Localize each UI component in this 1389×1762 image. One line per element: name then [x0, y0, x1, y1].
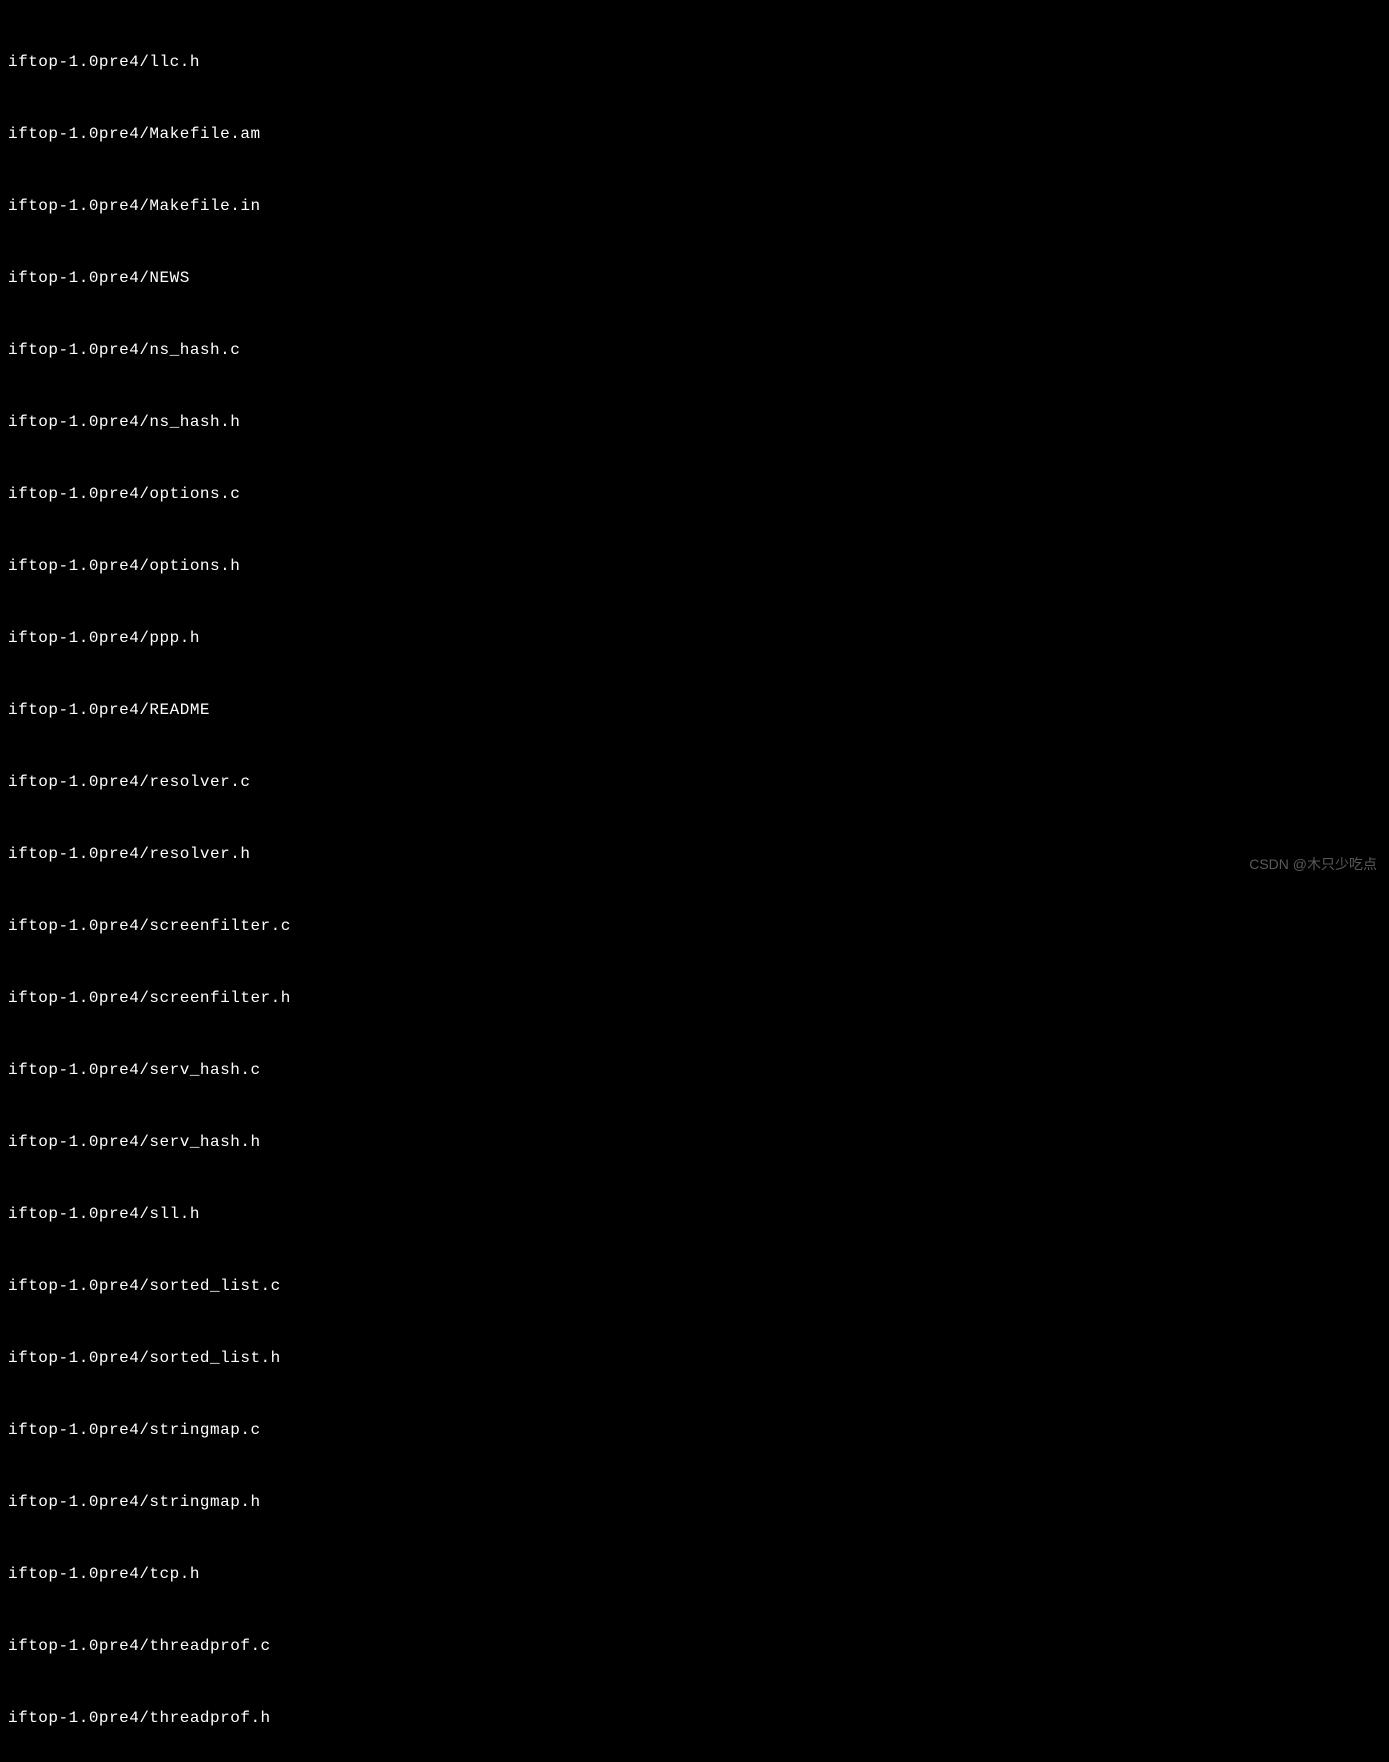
terminal-line: iftop-1.0pre4/stringmap.c [8, 1418, 1381, 1442]
terminal-line: iftop-1.0pre4/sorted_list.h [8, 1346, 1381, 1370]
terminal-output[interactable]: iftop-1.0pre4/llc.h iftop-1.0pre4/Makefi… [8, 2, 1381, 1762]
terminal-line: iftop-1.0pre4/ppp.h [8, 626, 1381, 650]
terminal-line: iftop-1.0pre4/ns_hash.h [8, 410, 1381, 434]
terminal-line: iftop-1.0pre4/options.h [8, 554, 1381, 578]
terminal-line: iftop-1.0pre4/llc.h [8, 50, 1381, 74]
terminal-line: iftop-1.0pre4/tcp.h [8, 1562, 1381, 1586]
terminal-line: iftop-1.0pre4/Makefile.in [8, 194, 1381, 218]
terminal-line: iftop-1.0pre4/serv_hash.h [8, 1130, 1381, 1154]
terminal-line: iftop-1.0pre4/screenfilter.c [8, 914, 1381, 938]
terminal-line: iftop-1.0pre4/README [8, 698, 1381, 722]
terminal-line: iftop-1.0pre4/Makefile.am [8, 122, 1381, 146]
terminal-line: iftop-1.0pre4/threadprof.c [8, 1634, 1381, 1658]
watermark-text: CSDN @木只少吃点 [1249, 854, 1377, 875]
terminal-line: iftop-1.0pre4/sll.h [8, 1202, 1381, 1226]
terminal-line: iftop-1.0pre4/resolver.h [8, 842, 1381, 866]
terminal-line: iftop-1.0pre4/threadprof.h [8, 1706, 1381, 1730]
terminal-line: iftop-1.0pre4/resolver.c [8, 770, 1381, 794]
terminal-line: iftop-1.0pre4/options.c [8, 482, 1381, 506]
terminal-line: iftop-1.0pre4/sorted_list.c [8, 1274, 1381, 1298]
terminal-line: iftop-1.0pre4/NEWS [8, 266, 1381, 290]
terminal-line: iftop-1.0pre4/screenfilter.h [8, 986, 1381, 1010]
terminal-line: iftop-1.0pre4/serv_hash.c [8, 1058, 1381, 1082]
terminal-line: iftop-1.0pre4/stringmap.h [8, 1490, 1381, 1514]
terminal-line: iftop-1.0pre4/ns_hash.c [8, 338, 1381, 362]
